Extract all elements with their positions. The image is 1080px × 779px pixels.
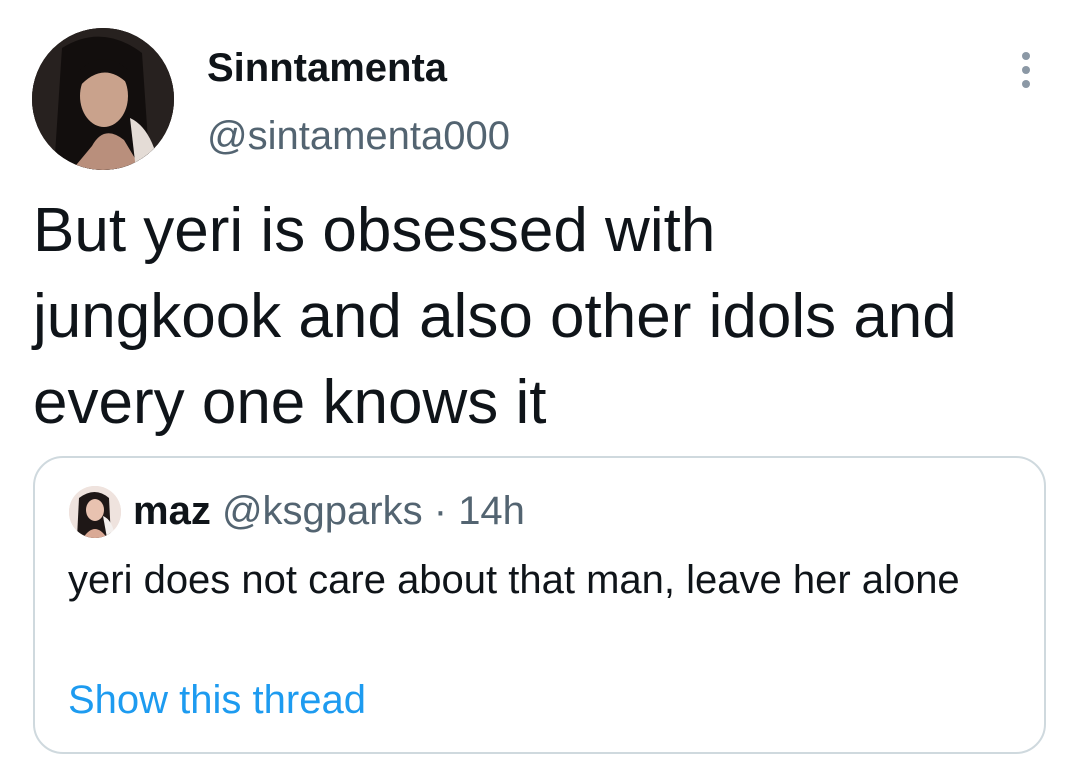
quoted-tweet-text: yeri does not care about that man, leave…: [68, 558, 960, 602]
author-handle[interactable]: @sintamenta000: [207, 112, 510, 160]
quoted-author-display-name[interactable]: maz: [133, 489, 211, 533]
quoted-tweet-header: maz @ksgparks · 14h: [133, 487, 525, 535]
quoted-author-handle[interactable]: @ksgparks: [222, 489, 423, 533]
header-separator: ·: [433, 489, 448, 533]
quoted-author-avatar[interactable]: [69, 486, 121, 538]
more-options-button[interactable]: [1006, 46, 1046, 94]
quoted-author-avatar-image: [69, 486, 121, 538]
show-thread-link[interactable]: Show this thread: [68, 676, 366, 724]
quoted-tweet-timestamp[interactable]: 14h: [458, 489, 525, 533]
tweet-text: But yeri is obsessed with jungkook and a…: [33, 196, 957, 437]
author-avatar-image: [32, 28, 174, 170]
author-avatar[interactable]: [32, 28, 174, 170]
more-vertical-icon: [1022, 52, 1030, 88]
quoted-tweet-card[interactable]: maz @ksgparks · 14h yeri does not care a…: [33, 456, 1046, 754]
author-display-name[interactable]: Sinntamenta: [207, 44, 447, 92]
